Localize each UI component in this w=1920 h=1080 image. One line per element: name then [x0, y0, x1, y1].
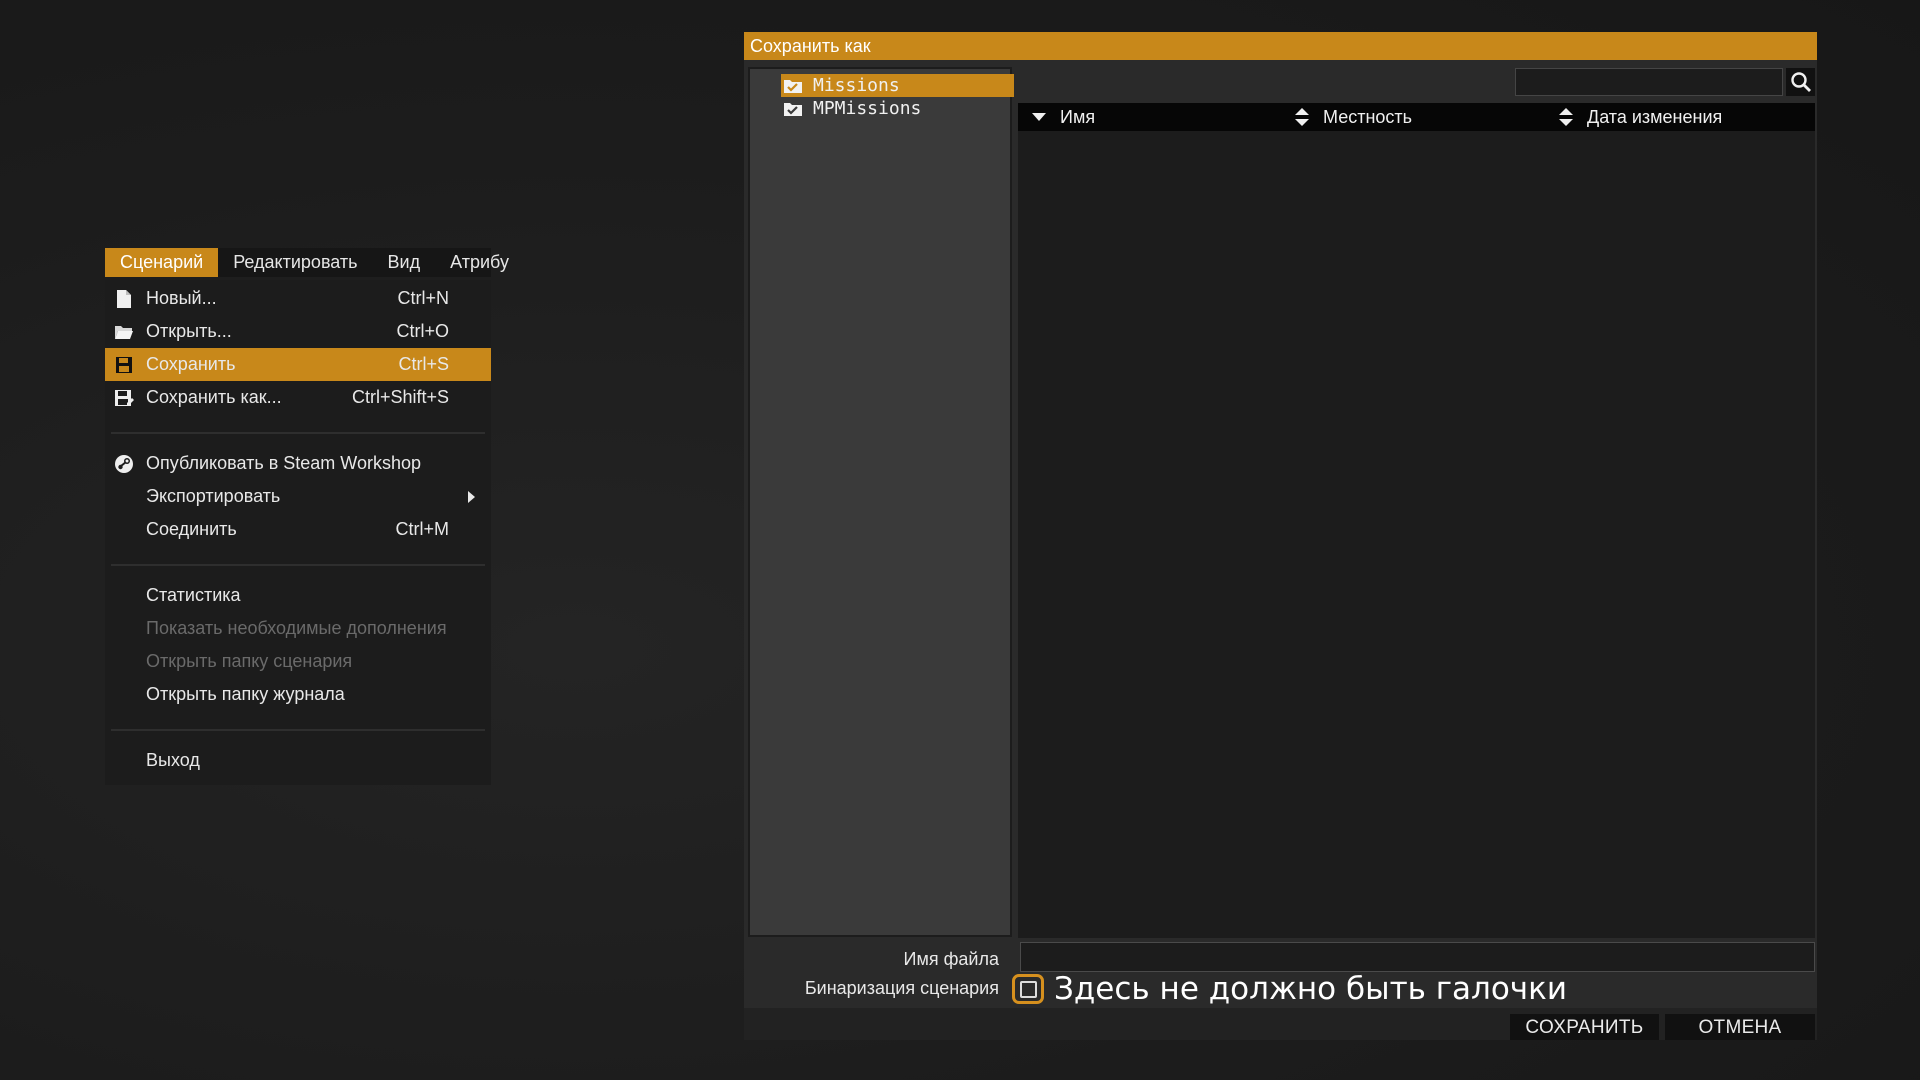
menu-item-shortcut: Ctrl+N — [397, 288, 449, 308]
menu-item-label: Экспортировать — [146, 486, 281, 506]
folder-check-icon — [783, 100, 803, 117]
menu-item-show-addons: Показать необходимые дополнения — [105, 612, 491, 645]
filename-label: Имя файла — [903, 949, 999, 969]
folder-check-icon — [783, 77, 803, 94]
menu-item-save[interactable]: Сохранить Ctrl+S — [105, 348, 491, 381]
menu-attributes[interactable]: Атрибу — [435, 248, 509, 277]
binarize-checkbox[interactable] — [1012, 974, 1044, 1004]
binarize-label: Бинаризация сценария — [804, 978, 999, 998]
menu-item-label: Выход — [146, 750, 200, 770]
menu-item-label: Показать необходимые дополнения — [146, 618, 447, 638]
menu-item-shortcut: Ctrl+S — [398, 354, 449, 374]
tree-item-label: Missions — [813, 75, 900, 96]
scenario-dropdown: Новый... Ctrl+N Открыть... Ctrl+O Сохран… — [105, 280, 491, 785]
menu-item-open-scenario-folder: Открыть папку сценария — [105, 645, 491, 678]
sort-icon — [1293, 107, 1311, 127]
menu-item-publish-workshop[interactable]: Опубликовать в Steam Workshop — [105, 447, 491, 480]
menu-item-statistics[interactable]: Статистика — [105, 579, 491, 612]
file-icon — [113, 288, 135, 310]
tree-item-mpmissions[interactable]: MPMissions — [781, 97, 1014, 120]
folder-icon — [113, 321, 135, 343]
menu-item-label: Сохранить как... — [146, 387, 282, 407]
file-list-header: Имя Местность Дата изменения — [1018, 103, 1815, 131]
menu-separator — [111, 432, 485, 434]
menu-item-save-as[interactable]: Сохранить как... Ctrl+Shift+S — [105, 381, 491, 414]
filename-input[interactable] — [1020, 942, 1815, 972]
column-name[interactable]: Имя — [1030, 103, 1095, 131]
menu-separator — [111, 564, 485, 566]
menu-view[interactable]: Вид — [373, 248, 436, 277]
save-as-dialog: Сохранить как Missions MPMissions Имя Ме… — [744, 32, 1817, 1040]
menu-scenario[interactable]: Сценарий — [105, 248, 219, 277]
tree-item-label: MPMissions — [813, 98, 922, 119]
steam-icon — [113, 453, 135, 475]
column-label: Дата изменения — [1587, 106, 1723, 127]
menu-item-shortcut: Ctrl+O — [396, 321, 449, 341]
menu-separator — [111, 729, 485, 731]
menu-item-open-log-folder[interactable]: Открыть папку журнала — [105, 678, 491, 711]
menu-item-merge[interactable]: Соединить Ctrl+M — [105, 513, 491, 546]
menu-item-shortcut: Ctrl+M — [395, 519, 450, 539]
menu-item-open[interactable]: Открыть... Ctrl+O — [105, 315, 491, 348]
menu-item-label: Открыть папку сценария — [146, 651, 353, 671]
column-modified[interactable]: Дата изменения — [1557, 103, 1722, 131]
search-icon — [1790, 72, 1811, 92]
floppy-edit-icon — [113, 387, 135, 409]
menu-item-new[interactable]: Новый... Ctrl+N — [105, 282, 491, 315]
floppy-icon — [113, 354, 135, 376]
menu-item-label: Сохранить — [146, 354, 236, 374]
save-button[interactable]: СОХРАНИТЬ — [1510, 1014, 1659, 1040]
menu-edit[interactable]: Редактировать — [218, 248, 372, 277]
menu-bar: Сценарий Редактировать Вид Атрибу — [105, 248, 509, 277]
sort-icon — [1557, 107, 1575, 127]
tree-item-missions[interactable]: Missions — [781, 74, 1014, 97]
column-label: Местность — [1323, 106, 1413, 127]
menu-item-label: Открыть папку журнала — [146, 684, 345, 704]
column-terrain[interactable]: Местность — [1293, 103, 1412, 131]
menu-item-label: Новый... — [146, 288, 217, 308]
menu-item-exit[interactable]: Выход — [105, 744, 491, 777]
menu-item-shortcut: Ctrl+Shift+S — [351, 387, 449, 407]
column-label: Имя — [1060, 106, 1096, 127]
menu-item-label: Опубликовать в Steam Workshop — [146, 453, 421, 473]
annotation-text: Здесь не должно быть галочки — [1054, 971, 1567, 1007]
search-input[interactable] — [1515, 68, 1783, 96]
file-list: Имя Местность Дата изменения — [1018, 103, 1815, 938]
menu-item-label: Открыть... — [146, 321, 232, 341]
dialog-title: Сохранить как — [744, 32, 1817, 60]
folder-tree: Missions MPMissions — [748, 67, 1014, 937]
checkbox-box — [1019, 980, 1037, 998]
menu-item-label: Статистика — [146, 585, 241, 605]
submenu-arrow-icon — [468, 490, 475, 503]
search-button[interactable] — [1786, 68, 1815, 96]
menu-item-label: Соединить — [146, 519, 237, 539]
sort-desc-icon — [1030, 107, 1048, 127]
cancel-button[interactable]: ОТМЕНА — [1665, 1014, 1815, 1040]
menu-item-export[interactable]: Экспортировать — [105, 480, 491, 513]
